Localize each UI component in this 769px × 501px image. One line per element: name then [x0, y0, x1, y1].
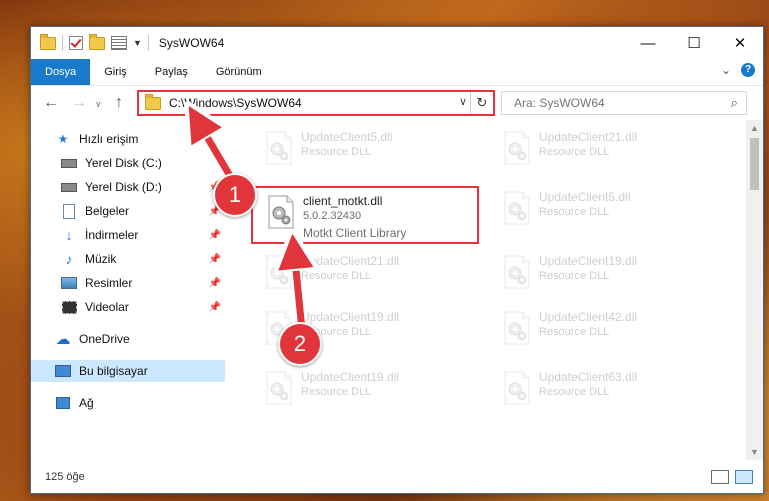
annotation-arrows	[0, 0, 769, 336]
step-1-marker: 1	[213, 173, 257, 217]
arrow-2	[294, 250, 302, 331]
step-2-marker: 2	[278, 322, 322, 366]
